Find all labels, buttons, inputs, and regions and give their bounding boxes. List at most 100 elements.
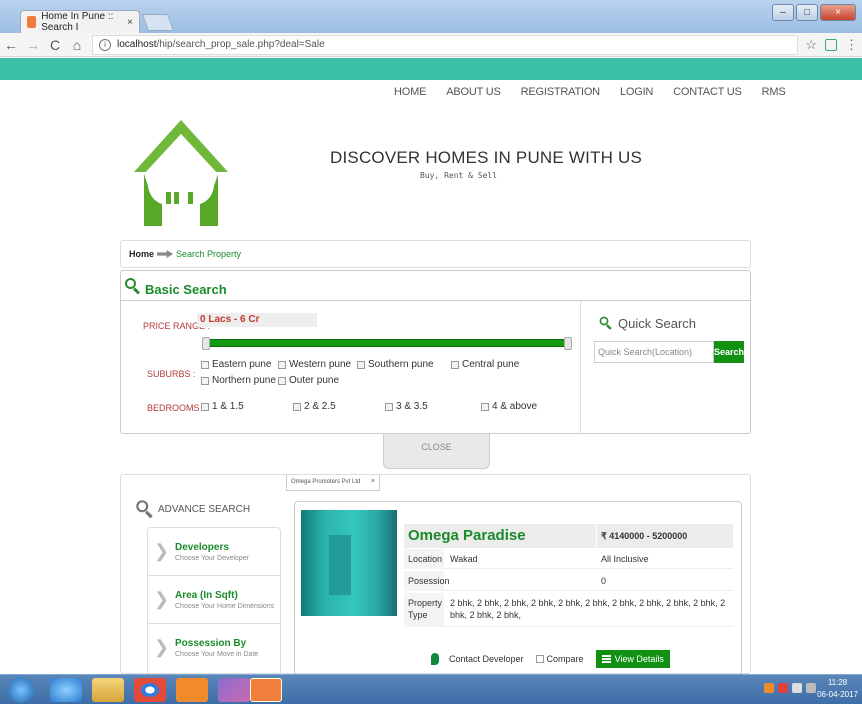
filter-area[interactable]: ❯ Area (In Sqft) Choose Your Home Dimens…	[148, 576, 280, 624]
breadcrumb-home[interactable]: Home	[129, 249, 154, 259]
window-controls: – □ ×	[772, 4, 856, 21]
nav-login[interactable]: LOGIN	[620, 86, 653, 98]
bedrooms-label: BEDROOMS :	[147, 403, 205, 413]
search-icon	[125, 277, 141, 295]
media-icon[interactable]	[218, 678, 250, 702]
nav-home[interactable]: HOME	[394, 86, 426, 98]
chevron-right-icon: ❯	[154, 637, 170, 657]
search-icon	[136, 500, 154, 519]
basic-search-header: Basic Search	[121, 271, 750, 301]
url-path: /hip/search_prop_sale.php?deal=Sale	[156, 39, 325, 50]
filter-possession[interactable]: ❯ Possession By Choose Your Move in Date	[148, 624, 280, 672]
suburb-southern-checkbox[interactable]: Southern pune	[357, 359, 434, 370]
basic-search-title: Basic Search	[145, 282, 227, 297]
location-row: Location Wakad All Inclusive	[404, 549, 733, 569]
suburb-western-checkbox[interactable]: Western pune	[278, 359, 351, 370]
possession-row: Posession 0	[404, 571, 733, 591]
chip-close-icon[interactable]: ×	[371, 475, 375, 489]
url-host: localhost	[117, 39, 157, 50]
view-details-button[interactable]: View Details	[595, 650, 670, 668]
property-card: Omega Paradise ₹ 4140000 - 5200000 Locat…	[294, 501, 742, 676]
menu-icon[interactable]: ⋮	[845, 37, 858, 53]
chevron-right-icon: ❯	[154, 541, 170, 561]
tab-title: Home In Pune :: Search I	[41, 11, 114, 33]
url-field[interactable]: i localhost /hip/search_prop_sale.php?de…	[92, 34, 798, 55]
bedroom-1-checkbox[interactable]: 1 & 1.5	[201, 401, 244, 412]
suburb-eastern-checkbox[interactable]: Eastern pune	[201, 359, 272, 370]
site-tagline: DISCOVER HOMES IN PUNE WITH US	[330, 148, 643, 167]
address-bar: ← → C ⌂ i localhost /hip/search_prop_sal…	[0, 33, 862, 57]
suburb-northern-checkbox[interactable]: Northern pune	[201, 375, 276, 386]
site-favicon-icon	[27, 16, 37, 28]
site-subtagline: Buy, Rent & Sell	[420, 171, 498, 180]
quick-search-button[interactable]: Search	[714, 341, 744, 363]
bedroom-2-checkbox[interactable]: 2 & 2.5	[293, 401, 336, 412]
compare-checkbox[interactable]: Compare	[535, 654, 584, 664]
nav-registration[interactable]: REGISTRATION	[521, 86, 600, 98]
browser-titlebar: Home In Pune :: Search I × – □ ×	[0, 0, 862, 33]
developer-filter-chip[interactable]: Omega Promoters Pvt Ltd ×	[286, 475, 380, 491]
close-search-button[interactable]: CLOSE	[383, 434, 490, 469]
nav-about[interactable]: ABOUT US	[446, 86, 501, 98]
site-logo[interactable]	[126, 112, 236, 230]
ie-icon[interactable]	[50, 678, 82, 702]
site-nav: HOME ABOUT US REGISTRATION LOGIN CONTACT…	[394, 86, 786, 98]
forward-icon[interactable]: →	[22, 37, 44, 53]
browser-tab[interactable]: Home In Pune :: Search I ×	[20, 10, 140, 33]
suburb-central-checkbox[interactable]: Central pune	[451, 359, 519, 370]
property-name[interactable]: Omega Paradise	[404, 524, 596, 548]
breadcrumb: Home Search Property	[120, 240, 751, 268]
home-icon[interactable]: ⌂	[66, 37, 88, 53]
property-image[interactable]	[301, 510, 397, 616]
bedroom-4-checkbox[interactable]: 4 & above	[481, 401, 537, 412]
suburbs-label: SUBURBS :	[147, 369, 196, 379]
back-icon[interactable]: ←	[0, 37, 22, 53]
tray-network-icon[interactable]	[792, 683, 802, 693]
nav-rms[interactable]: RMS	[762, 86, 786, 98]
minimize-button[interactable]: –	[772, 4, 794, 21]
slider-min-handle[interactable]	[202, 337, 210, 350]
breadcrumb-current: Search Property	[176, 249, 242, 259]
basic-search-panel: Basic Search PRICE RANGE : 0 Lacs - 6 Cr…	[120, 270, 751, 434]
xampp-icon[interactable]	[250, 678, 282, 702]
info-icon[interactable]: i	[99, 38, 111, 51]
quick-search: Quick Search Quick Search(Location) Sear…	[582, 301, 750, 433]
bedroom-3-checkbox[interactable]: 3 & 3.5	[385, 401, 428, 412]
bookmark-star-icon[interactable]: ☆	[805, 37, 817, 53]
close-window-button[interactable]: ×	[820, 4, 856, 21]
site-top-bar	[0, 58, 862, 80]
extension-icon[interactable]	[825, 38, 837, 51]
new-tab-button[interactable]	[141, 14, 175, 31]
advance-filters: ❯ Developers Choose Your Developer ❯ Are…	[147, 527, 281, 675]
app-icon[interactable]	[176, 678, 208, 702]
price-range-value: 0 Lacs - 6 Cr	[197, 313, 317, 327]
list-icon	[601, 655, 611, 663]
advance-search-toggle[interactable]: ADVANCE SEARCH	[136, 500, 250, 519]
location-pin-icon	[431, 653, 439, 665]
tray-app-icon[interactable]	[764, 683, 774, 693]
system-tray	[764, 683, 816, 693]
suburb-outer-checkbox[interactable]: Outer pune	[278, 375, 339, 386]
chevron-right-icon: ❯	[154, 589, 170, 609]
slider-max-handle[interactable]	[564, 337, 572, 350]
tray-flag-icon[interactable]	[778, 683, 788, 693]
reload-icon[interactable]: C	[44, 37, 66, 53]
start-button[interactable]	[8, 677, 34, 703]
filter-developers[interactable]: ❯ Developers Choose Your Developer	[148, 528, 280, 576]
tray-volume-icon[interactable]	[806, 683, 816, 693]
arrow-right-icon	[157, 250, 174, 258]
property-price: ₹ 4140000 - 5200000	[597, 524, 733, 548]
price-range-slider[interactable]	[202, 337, 572, 350]
windows-taskbar: 11:28 06-04-2017	[0, 674, 862, 704]
chrome-icon[interactable]	[134, 678, 166, 702]
explorer-icon[interactable]	[92, 678, 124, 702]
nav-contact[interactable]: CONTACT US	[673, 86, 742, 98]
tab-close-icon[interactable]: ×	[127, 17, 133, 28]
quick-search-input[interactable]: Quick Search(Location)	[594, 341, 714, 363]
maximize-button[interactable]: □	[796, 4, 818, 21]
property-type-row: Property Type 2 bhk, 2 bhk, 2 bhk, 2 bhk…	[404, 593, 733, 627]
property-actions: Contact Developer Compare View Details	[431, 650, 670, 668]
search-icon	[599, 316, 613, 330]
contact-developer-link[interactable]: Contact Developer	[449, 654, 524, 664]
taskbar-clock[interactable]: 11:28 06-04-2017	[817, 677, 858, 701]
